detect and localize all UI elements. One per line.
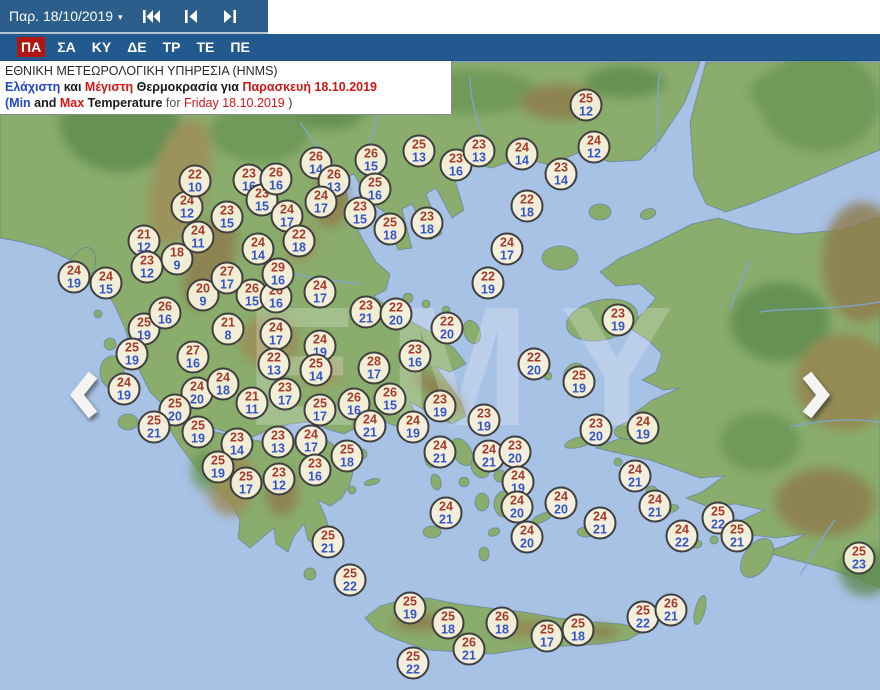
step-next-icon	[223, 9, 236, 23]
title-part: (Min	[5, 96, 31, 110]
tab-ΠΑ[interactable]: ΠΑ	[17, 37, 46, 57]
title-part: Παρασκευή 18.10.2019	[242, 80, 377, 94]
tab-ΤΡ[interactable]: ΤΡ	[159, 37, 185, 57]
tab-ΣΑ[interactable]: ΣΑ	[53, 37, 80, 57]
title-part: Ελάχιστη	[5, 80, 64, 94]
previous-map-arrow[interactable]	[70, 370, 100, 420]
title-part: Μέγιστη	[84, 80, 137, 94]
step-previous-icon	[184, 9, 197, 23]
title-part: for	[162, 96, 184, 110]
date-label: Παρ. 18/10/2019	[9, 8, 114, 24]
tab-ΤΕ[interactable]: ΤΕ	[193, 37, 219, 57]
title-part: )	[284, 96, 293, 110]
title-greek: Ελάχιστη και Μέγιστη Θερμοκρασία για Παρ…	[5, 79, 446, 95]
previous-day-button[interactable]	[184, 9, 198, 23]
weather-page: { "toolbar": { "date_label": "Παρ. 18/10…	[0, 0, 880, 690]
emy-watermark: ΕΜΥ	[245, 272, 703, 462]
skip-to-first-icon	[142, 9, 160, 23]
toolbar: Παρ. 18/10/2019 ▾	[0, 0, 880, 34]
tab-ΔΕ[interactable]: ΔΕ	[123, 37, 150, 57]
date-dropdown[interactable]: Παρ. 18/10/2019 ▾	[9, 8, 123, 24]
title-part: Θερμοκρασία για	[136, 80, 243, 94]
tab-ΚΥ[interactable]: ΚΥ	[88, 37, 115, 57]
title-part: Friday 18.10.2019	[184, 96, 285, 110]
chevron-left-icon	[70, 371, 98, 419]
first-day-button[interactable]	[142, 9, 160, 23]
next-map-arrow[interactable]	[800, 370, 830, 420]
agency-title: ΕΘΝΙΚΗ ΜΕΤΕΩΡΟΛΟΓΙΚΗ ΥΠΗΡΕΣΙΑ (HNMS)	[5, 64, 278, 78]
title-part: Temperature	[84, 96, 163, 110]
title-english: (Min and Max Temperature for Friday 18.1…	[5, 95, 446, 111]
day-tabs: ΠΑ ΣΑ ΚΥ ΔΕ ΤΡ ΤΕ ΠΕ	[0, 34, 880, 61]
toolbar-blue-area: Παρ. 18/10/2019 ▾	[0, 0, 268, 34]
title-part: Max	[59, 96, 85, 110]
chevron-right-icon	[802, 371, 830, 419]
chevron-down-icon: ▾	[118, 11, 123, 22]
title-part: and	[30, 96, 60, 110]
title-part: και	[63, 80, 85, 94]
tab-ΠΕ[interactable]: ΠΕ	[226, 37, 253, 57]
map-title-box: ΕΘΝΙΚΗ ΜΕΤΕΩΡΟΛΟΓΙΚΗ ΥΠΗΡΕΣΙΑ (HNMS) Ελά…	[0, 61, 452, 115]
next-day-button[interactable]	[223, 9, 236, 23]
